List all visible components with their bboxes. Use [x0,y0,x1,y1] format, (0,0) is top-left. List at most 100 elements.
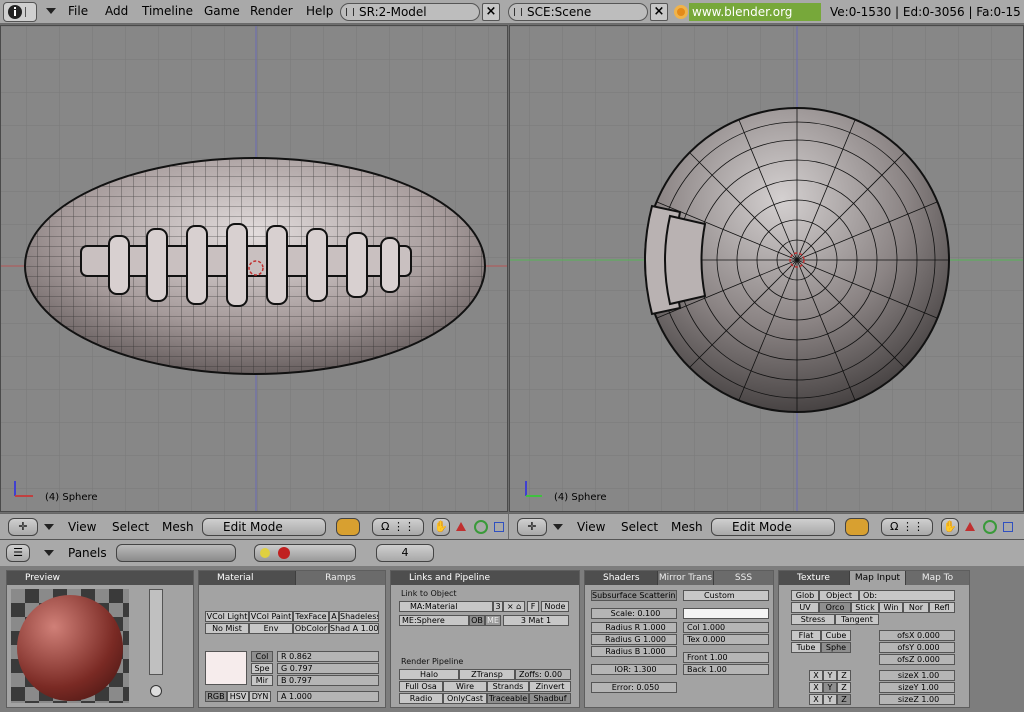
pivot-button-right[interactable]: Ω ⋮⋮ [881,518,933,536]
ior-field[interactable]: IOR: 1.300 [591,664,677,675]
col-button[interactable]: Col [251,651,273,662]
tangent-button[interactable]: Tangent [835,614,879,625]
mat-index-field[interactable]: 3 Mat 1 [503,615,569,626]
ob-button[interactable]: OB [469,615,485,626]
chevron-down-icon[interactable] [44,524,54,530]
preview-refresh-icon[interactable] [150,685,162,697]
object-button[interactable]: Object [819,590,859,601]
sss-tab[interactable]: SSS [713,571,773,585]
material-icon[interactable] [278,547,290,559]
transform-triangle-icon[interactable] [456,522,466,531]
map-y-button[interactable]: Y [823,670,837,681]
tube-button[interactable]: Tube [791,642,821,653]
map-y-button[interactable]: Y [823,694,837,705]
ofsz-field[interactable]: ofsZ 0.000 [879,654,955,665]
me-button[interactable]: ME [485,615,501,626]
map-to-tab[interactable]: Map To [905,571,969,585]
screen-selector[interactable]: SR:2-Model [340,3,480,21]
layer-square-icon[interactable] [1003,522,1013,532]
menu-add[interactable]: Add [105,4,128,18]
map-x-button[interactable]: X [809,670,823,681]
win-button[interactable]: Win [879,602,903,613]
menu-game[interactable]: Game [204,4,240,18]
map-z-button[interactable]: Z [837,682,851,693]
view-menu[interactable]: View [68,520,96,534]
menu-help[interactable]: Help [306,4,333,18]
map-z-button[interactable]: Z [837,670,851,681]
zinvert-toggle[interactable]: Zinvert [529,681,571,692]
ofsx-field[interactable]: ofsX 0.000 [879,630,955,641]
color-swatches[interactable] [205,651,247,685]
mode-selector[interactable]: Edit Mode [202,518,326,536]
uv-button[interactable]: UV [791,602,819,613]
map-x-button[interactable]: X [809,682,823,693]
delete-link-button[interactable]: × ⌂ [503,601,525,612]
left-viewport-canvas[interactable] [1,26,508,512]
rgb-mode[interactable]: RGB [205,691,227,702]
mesh-menu-right[interactable]: Mesh [671,520,703,534]
spe-button[interactable]: Spe [251,663,273,674]
editor-type-button[interactable]: ✛ [8,518,38,536]
env-toggle[interactable]: Env [249,623,293,634]
lamp-icon[interactable] [260,548,270,558]
sizey-field[interactable]: sizeY 1.00 [879,682,955,693]
mesh-menu[interactable]: Mesh [162,520,194,534]
menu-timeline[interactable]: Timeline [142,4,193,18]
preview-tab[interactable]: Preview [7,571,193,585]
links-tab[interactable]: Links and Pipeline [391,571,579,585]
map-input-tab[interactable]: Map Input [849,571,905,585]
menu-file[interactable]: File [68,4,88,18]
select-menu-right[interactable]: Select [621,520,658,534]
left-3d-viewport[interactable]: (4) Sphere [0,25,508,512]
context-buttons-group[interactable] [116,544,236,562]
sphe-button[interactable]: Sphe [821,642,851,653]
tex-slider[interactable]: Tex 0.000 [683,634,769,645]
r-slider[interactable]: R 0.862 [277,651,379,662]
me-field[interactable]: ME:Sphere [399,615,469,626]
node-button[interactable]: Node [541,601,569,612]
a-toggle[interactable]: A [329,611,339,622]
b-slider[interactable]: B 0.797 [277,675,379,686]
vcol-light-toggle[interactable]: VCol Light [205,611,249,622]
vcol-paint-toggle[interactable]: VCol Paint [249,611,293,622]
obcolor-toggle[interactable]: ObColor [293,623,329,634]
shad-a-field[interactable]: Shad A 1.00 [329,623,379,634]
editor-type-button-right[interactable]: ✛ [517,518,547,536]
zoffs-field[interactable]: Zoffs: 0.00 [515,669,571,680]
shadeless-toggle[interactable]: Shadeless [339,611,379,622]
mirror-trans-tab[interactable]: Mirror Trans [657,571,713,585]
ramps-tab[interactable]: Ramps [295,571,385,585]
hand-icon[interactable]: ✋ [432,518,450,536]
scene-selector[interactable]: SCE:Scene [508,3,648,21]
radius-r-field[interactable]: Radius R 1.000 [591,622,677,633]
map-x-button[interactable]: X [809,694,823,705]
glob-button[interactable]: Glob [791,590,819,601]
halo-toggle[interactable]: Halo [399,669,459,680]
editor-type-button-buttons[interactable]: ☰ [6,544,30,562]
hand-icon[interactable]: ✋ [941,518,959,536]
delete-scene-button[interactable]: × [650,3,668,21]
delete-screen-button[interactable]: × [482,3,500,21]
panels-menu[interactable]: Panels [68,546,107,560]
snap-icon[interactable] [474,520,488,534]
fake-user-button[interactable]: F [527,601,539,612]
map-z-button[interactable]: Z [837,694,851,705]
snap-icon[interactable] [983,520,997,534]
cube-button[interactable]: Cube [821,630,851,641]
hsv-mode[interactable]: HSV [227,691,249,702]
select-menu[interactable]: Select [112,520,149,534]
right-viewport-canvas[interactable] [510,26,1024,512]
sizez-field[interactable]: sizeZ 1.00 [879,694,955,705]
full-osa-toggle[interactable]: Full Osa [399,681,443,692]
no-mist-toggle[interactable]: No Mist [205,623,249,634]
chevron-down-icon[interactable] [46,8,56,14]
g-slider[interactable]: G 0.797 [277,663,379,674]
sizex-field[interactable]: sizeX 1.00 [879,670,955,681]
nor-button[interactable]: Nor [903,602,929,613]
shading-button-right[interactable] [845,518,869,536]
front-slider[interactable]: Front 1.00 [683,652,769,663]
ob-field[interactable]: Ob: [859,590,955,601]
frame-counter[interactable]: 4 [376,544,434,562]
wire-toggle[interactable]: Wire [443,681,487,692]
refl-button[interactable]: Refl [929,602,955,613]
